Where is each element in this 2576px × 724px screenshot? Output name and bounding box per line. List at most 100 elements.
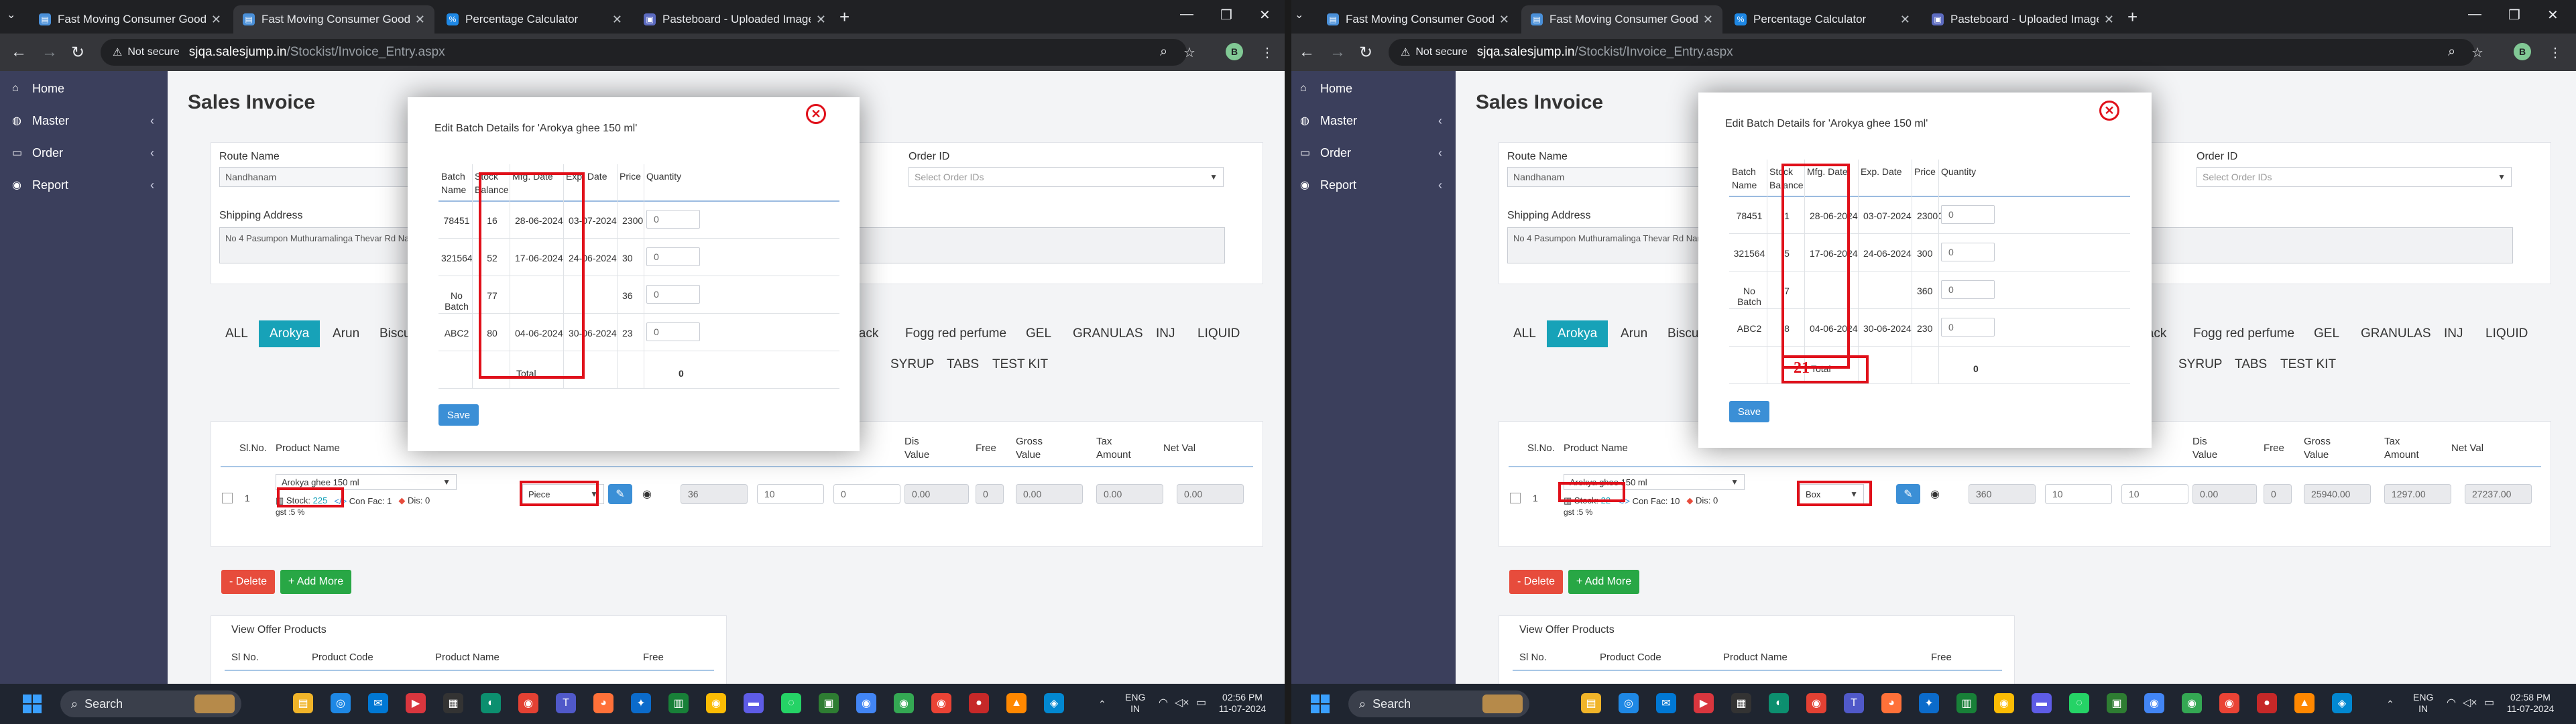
category-syrup[interactable]: SYRUP — [2178, 351, 2222, 378]
close-window-icon[interactable]: ✕ — [1259, 7, 1271, 23]
tax-amount-field[interactable]: 0.00 — [1096, 484, 1163, 504]
sidebar-item-report[interactable]: ◉ Report ‹ — [1288, 173, 1456, 197]
taskbar-vlc-icon[interactable]: ▲ — [1006, 693, 1027, 713]
taskbar-whatsapp-icon[interactable]: ◌ — [781, 693, 801, 713]
edit-batch-button[interactable]: ✎ — [1896, 484, 1920, 504]
dis-value-field[interactable]: 0.00 — [2192, 484, 2257, 504]
taskbar-mail-icon[interactable]: ✉ — [368, 693, 388, 713]
clock[interactable]: 02:56 PM 11-07-2024 — [1212, 692, 1273, 715]
taskbar-app-green-icon[interactable]: ▣ — [819, 693, 839, 713]
wifi-icon[interactable]: ◠ — [2447, 697, 2456, 709]
add-more-button[interactable]: + Add More — [1568, 570, 1639, 594]
taskbar-chrome-icon[interactable]: ◉ — [2182, 693, 2202, 713]
category-all[interactable]: ALL — [225, 320, 248, 347]
category-granulas[interactable]: GRANULAS — [1073, 320, 1143, 347]
url-field[interactable]: ⚠ Not secure sjqa.salesjump.in /Stockist… — [1389, 39, 2475, 66]
delete-button[interactable]: - Delete — [1509, 570, 1563, 594]
reload-icon[interactable]: ↻ — [1359, 43, 1372, 62]
taskbar-whatsapp-icon[interactable]: ◌ — [2069, 693, 2089, 713]
taskbar-browser-icon[interactable]: ◎ — [331, 693, 351, 713]
back-arrow-icon[interactable]: ← — [11, 43, 27, 62]
windows-start-icon[interactable] — [23, 695, 42, 713]
batch-quantity-input[interactable]: 0 — [1941, 318, 1995, 337]
category-granulas[interactable]: GRANULAS — [2361, 320, 2431, 347]
taskbar-chrome-icon[interactable]: ◉ — [706, 693, 726, 713]
category-arokya[interactable]: Arokya — [1547, 320, 1608, 347]
language-indicator[interactable]: ENG IN — [1125, 692, 1145, 715]
speaker-mute-icon[interactable]: ◁× — [1175, 697, 1189, 709]
new-tab-plus-icon[interactable]: + — [2127, 7, 2138, 27]
view-button[interactable]: ◉ — [1923, 484, 1947, 504]
add-more-button[interactable]: + Add More — [280, 570, 351, 594]
sidebar-item-home[interactable]: ⌂ Home — [0, 76, 168, 101]
back-arrow-icon[interactable]: ← — [1299, 43, 1315, 62]
route-name-field[interactable]: Nandhanam — [1507, 167, 1708, 187]
forward-arrow-icon[interactable]: → — [1330, 43, 1346, 62]
category-arokya[interactable]: Arokya — [259, 320, 320, 347]
free-qty-field[interactable]: 0 — [833, 484, 900, 504]
minimize-icon[interactable]: — — [2468, 7, 2481, 22]
url-field[interactable]: ⚠ Not secure sjqa.salesjump.in /Stockist… — [101, 39, 1187, 66]
batch-quantity-input[interactable]: 0 — [1941, 280, 1995, 299]
sidebar-item-master[interactable]: ◍ Master ‹ — [1288, 109, 1456, 133]
category-inj[interactable]: INJ — [2444, 320, 2463, 347]
edit-batch-button[interactable]: ✎ — [608, 484, 632, 504]
net-value-field[interactable]: 0.00 — [1177, 484, 1244, 504]
sidebar-item-order[interactable]: ▭ Order ‹ — [0, 141, 168, 165]
taskbar-app-blue-icon[interactable]: ◈ — [2332, 693, 2352, 713]
info-icon[interactable]: ⚠ — [113, 46, 122, 59]
tray-chevron-up-icon[interactable]: ⌃ — [2386, 699, 2394, 710]
speaker-mute-icon[interactable]: ◁× — [2463, 697, 2477, 709]
category-test-kit[interactable]: TEST KIT — [2280, 351, 2336, 378]
taskbar-chrome-active-icon[interactable]: ◉ — [2144, 693, 2164, 713]
taskbar-mail-icon[interactable]: ✉ — [1656, 693, 1676, 713]
taskbar-browser-icon[interactable]: ◎ — [1619, 693, 1639, 713]
tab-search-icon[interactable]: ⌄ — [1295, 8, 1309, 23]
delete-button[interactable]: - Delete — [221, 570, 275, 594]
taskbar-store-icon[interactable]: ▦ — [1731, 693, 1751, 713]
category-gel[interactable]: GEL — [1026, 320, 1051, 347]
new-tab-plus-icon[interactable]: + — [839, 7, 850, 27]
tab-close-icon[interactable]: ✕ — [1900, 13, 1910, 27]
browser-menu-icon[interactable]: ⋮ — [1261, 44, 1274, 61]
sidebar-item-report[interactable]: ◉ Report ‹ — [0, 173, 168, 197]
tab-pasteboard[interactable]: ▣ Pasteboard - Uploaded Image ✕ — [634, 5, 835, 34]
modal-close-icon[interactable]: ✕ — [806, 104, 826, 124]
category-fogg-red-perfume[interactable]: Fogg red perfume — [905, 320, 1006, 347]
zoom-search-icon[interactable]: ⌕ — [1160, 44, 1167, 60]
gross-value-field[interactable]: 25940.00 — [2304, 484, 2371, 504]
tab-close-icon[interactable]: ✕ — [211, 13, 221, 27]
taskbar-chat-icon[interactable]: ✦ — [1919, 693, 1939, 713]
batch-quantity-input[interactable]: 0 — [646, 210, 700, 229]
batch-quantity-input[interactable]: 0 — [1941, 243, 1995, 261]
batch-quantity-input[interactable]: 0 — [646, 322, 700, 341]
profile-avatar[interactable]: B — [1226, 43, 1243, 60]
clock[interactable]: 02:58 PM 11-07-2024 — [2500, 692, 2561, 715]
language-indicator[interactable]: ENG IN — [2413, 692, 2433, 715]
taskbar-record-icon[interactable]: ● — [2257, 693, 2277, 713]
battery-icon[interactable]: ▭ — [2484, 697, 2494, 709]
sidebar-item-master[interactable]: ◍ Master ‹ — [0, 109, 168, 133]
category-tabs[interactable]: TABS — [947, 351, 979, 378]
taskbar-chrome-icon[interactable]: ◉ — [894, 693, 914, 713]
taskbar-edge-icon[interactable]: ◐ — [481, 693, 501, 713]
bookmark-star-icon[interactable]: ☆ — [1183, 44, 1195, 61]
taskbar-sheets-icon[interactable]: ▥ — [1956, 693, 1977, 713]
rate-field[interactable]: 360 — [1969, 484, 2036, 504]
category-syrup[interactable]: SYRUP — [890, 351, 934, 378]
category-arun[interactable]: Arun — [1621, 320, 1647, 347]
taskbar-app-red-icon[interactable]: ▶ — [1694, 693, 1714, 713]
tab-close-icon[interactable]: ✕ — [415, 13, 425, 27]
net-value-field[interactable]: 27237.00 — [2465, 484, 2532, 504]
bookmark-star-icon[interactable]: ☆ — [2471, 44, 2483, 61]
order-id-select[interactable]: Select Order IDs ▼ — [909, 167, 1224, 187]
restore-icon[interactable]: ❐ — [2508, 7, 2520, 23]
category-tabs[interactable]: TABS — [2235, 351, 2267, 378]
tab-percentage-calculator[interactable]: % Percentage Calculator ✕ — [1725, 5, 1920, 34]
tab-fmcg-1[interactable]: ▤ Fast Moving Consumer Goods( ✕ — [1318, 5, 1519, 34]
taskbar-chat-icon[interactable]: ✦ — [631, 693, 651, 713]
battery-icon[interactable]: ▭ — [1196, 697, 1206, 709]
taskbar-fox-icon[interactable]: ◕ — [1881, 693, 1901, 713]
tab-fmcg-2-active[interactable]: ▤ Fast Moving Consumer Goods( ✕ — [233, 5, 434, 34]
sidebar-item-order[interactable]: ▭ Order ‹ — [1288, 141, 1456, 165]
